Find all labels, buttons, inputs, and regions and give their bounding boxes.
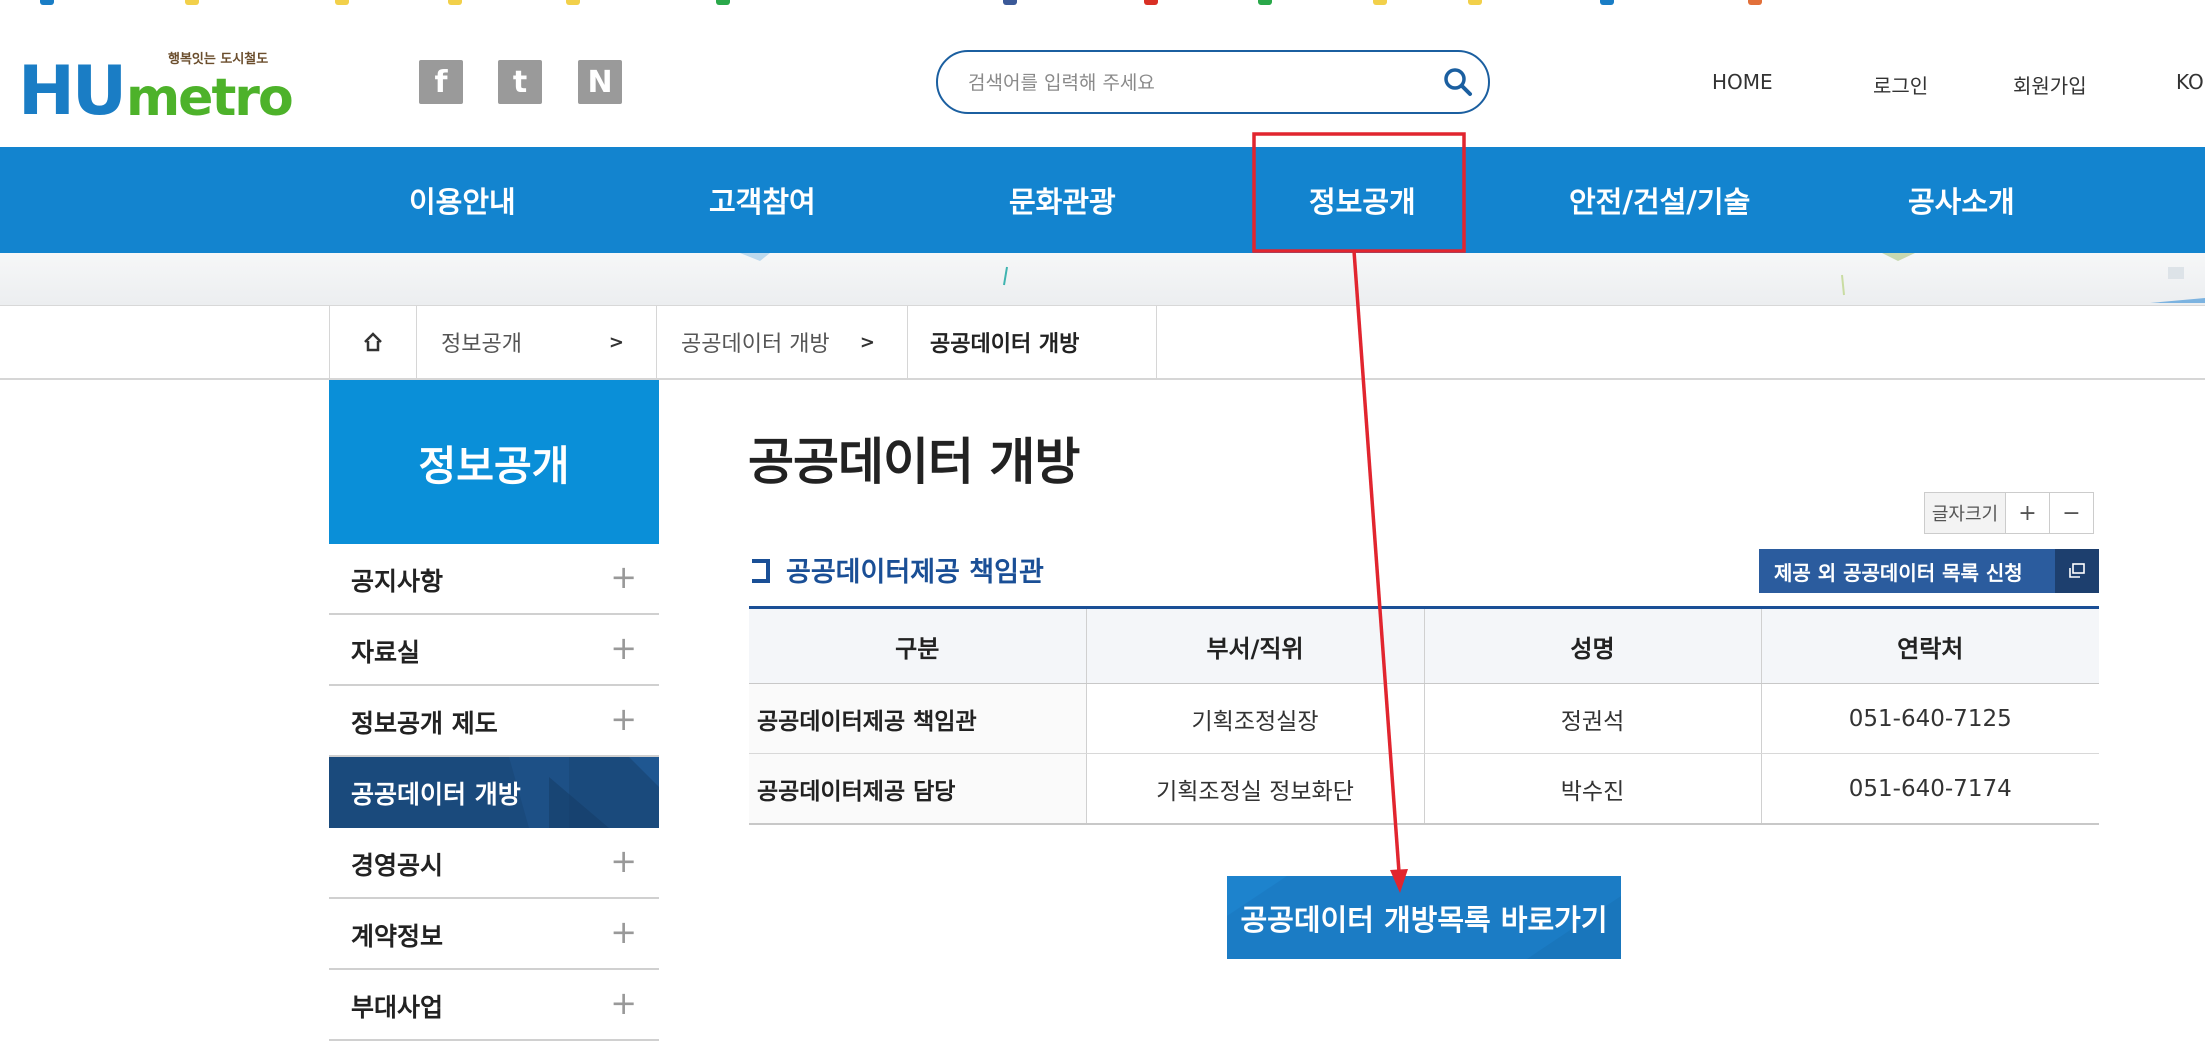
logo-hu: HU — [18, 52, 127, 131]
column-header: 성명 — [1424, 607, 1762, 684]
font-size-label: 글자크기 — [1925, 493, 2006, 533]
table-cell: 정권석 — [1424, 683, 1762, 754]
column-header: 연락처 — [1761, 607, 2099, 684]
breadcrumb-level2[interactable]: 공공데이터 개방 > — [657, 306, 908, 378]
breadcrumb-level1-label: 정보공개 — [441, 332, 522, 357]
lnb-item-archive[interactable]: 자료실 + — [329, 615, 659, 686]
humetro-logo[interactable]: 행복잇는 도시철도 HU metro — [18, 46, 294, 131]
font-size-increase-button[interactable]: + — [2006, 493, 2050, 533]
gnb-item-safety[interactable]: 안전/건설/기술 — [1569, 179, 1750, 221]
go-button-label: 공공데이터 개방목록 바로가기 — [1240, 902, 1608, 937]
bookmarks-bar-strip — [0, 0, 2205, 8]
plus-icon: + — [610, 842, 637, 880]
gnb-item-culture[interactable]: 문화관광 — [1009, 179, 1116, 221]
table-header-row: 구분 부서/직위 성명 연락처 — [749, 607, 2099, 684]
search-icon[interactable] — [1442, 66, 1474, 98]
table-cell: 공공데이터제공 담당 — [749, 753, 1087, 825]
home-link[interactable]: HOME — [1712, 70, 1773, 94]
logo-metro: metro — [126, 68, 294, 128]
lnb-item-contract[interactable]: 계약정보 + — [329, 899, 659, 970]
lnb-item-label: 공지사항 — [351, 567, 444, 596]
lnb-item-notice[interactable]: 공지사항 + — [329, 544, 659, 615]
section-title-text: 공공데이터제공 책임관 — [786, 557, 1044, 588]
plus-icon: + — [610, 984, 637, 1022]
section-title: 공공데이터제공 책임관 — [752, 550, 1044, 589]
logo-tagline: 행복잇는 도시철도 — [168, 52, 269, 67]
officer-table: 구분 부서/직위 성명 연락처 공공데이터제공 책임관 기획조정실장 정권석 0… — [749, 606, 2099, 825]
font-size-control: 글자크기 + − — [1924, 492, 2094, 534]
plus-icon: + — [610, 558, 637, 596]
plus-icon: + — [610, 700, 637, 738]
gnb-item-company[interactable]: 공사소개 — [1908, 179, 2015, 221]
table-row: 공공데이터제공 책임관 기획조정실장 정권석 051-640-7125 — [749, 683, 2099, 754]
table-cell: 기획조정실 정보화단 — [1086, 753, 1425, 825]
go-open-data-list-button[interactable]: 공공데이터 개방목록 바로가기 — [1227, 876, 1621, 959]
gnb-item-customer[interactable]: 고객참여 — [709, 179, 816, 221]
chevron-right-icon: > — [859, 331, 875, 353]
lnb-item-label: 자료실 — [351, 638, 421, 667]
lnb-title: 정보공개 — [329, 380, 659, 544]
lnb-item-label: 공공데이터 개방 — [351, 780, 521, 809]
request-data-label: 제공 외 공공데이터 목록 신청 — [1774, 560, 2023, 585]
table-row: 공공데이터제공 담당 기획조정실 정보화단 박수진 051-640-7174 — [749, 753, 2099, 825]
chevron-right-icon: > — [608, 331, 624, 353]
new-window-icon — [2055, 549, 2099, 593]
lnb-item-label: 경영공시 — [351, 851, 444, 880]
lnb-item-label: 정보공개 제도 — [351, 709, 498, 738]
twitter-icon[interactable]: t — [498, 60, 542, 104]
naver-blog-icon[interactable]: N — [578, 60, 622, 104]
join-link[interactable]: 회원가입 — [2013, 70, 2087, 99]
request-data-button[interactable]: 제공 외 공공데이터 목록 신청 — [1759, 549, 2099, 593]
table-cell: 051-640-7174 — [1761, 753, 2099, 825]
lnb-item-label: 부대사업 — [351, 993, 444, 1022]
page-title: 공공데이터 개방 — [748, 433, 1080, 491]
breadcrumb-level1[interactable]: 정보공개 > — [417, 306, 657, 378]
section-marker-icon — [752, 558, 770, 583]
home-icon — [364, 332, 382, 352]
column-header: 부서/직위 — [1086, 607, 1425, 684]
table-cell: 051-640-7125 — [1761, 683, 2099, 754]
login-link[interactable]: 로그인 — [1873, 70, 1928, 99]
column-header: 구분 — [749, 607, 1087, 684]
breadcrumb-level3[interactable]: 공공데이터 개방 — [908, 306, 1157, 378]
table-cell: 공공데이터제공 책임관 — [749, 683, 1087, 754]
lnb-item-side-business[interactable]: 부대사업 + — [329, 970, 659, 1041]
plus-icon: + — [610, 629, 637, 667]
banner-decoration — [740, 253, 2205, 303]
global-nav: 이용안내 고객참여 문화관광 정보공개 안전/건설/기술 공사소개 — [0, 147, 2205, 253]
breadcrumb-level3-label: 공공데이터 개방 — [930, 332, 1080, 357]
table-cell: 박수진 — [1424, 753, 1762, 825]
search-input[interactable] — [966, 66, 1420, 100]
facebook-icon[interactable]: f — [419, 60, 463, 104]
lnb-item-public-data[interactable]: 공공데이터 개방 — [329, 757, 659, 828]
lnb-item-management-disclosure[interactable]: 경영공시 + — [329, 828, 659, 899]
breadcrumb-home[interactable] — [329, 306, 417, 378]
table-cell: 기획조정실장 — [1086, 683, 1425, 754]
lnb-item-disclosure-system[interactable]: 정보공개 제도 + — [329, 686, 659, 757]
breadcrumb-level2-label: 공공데이터 개방 — [681, 332, 830, 357]
gnb-item-usage-guide[interactable]: 이용안내 — [409, 179, 516, 221]
font-size-decrease-button[interactable]: − — [2050, 493, 2093, 533]
lnb-item-label: 계약정보 — [351, 922, 444, 951]
sub-banner — [0, 253, 2205, 306]
gnb-item-info-disclosure[interactable]: 정보공개 — [1309, 179, 1416, 221]
language-link[interactable]: KO — [2176, 70, 2204, 94]
search-box — [936, 50, 1490, 114]
plus-icon: + — [610, 913, 637, 951]
